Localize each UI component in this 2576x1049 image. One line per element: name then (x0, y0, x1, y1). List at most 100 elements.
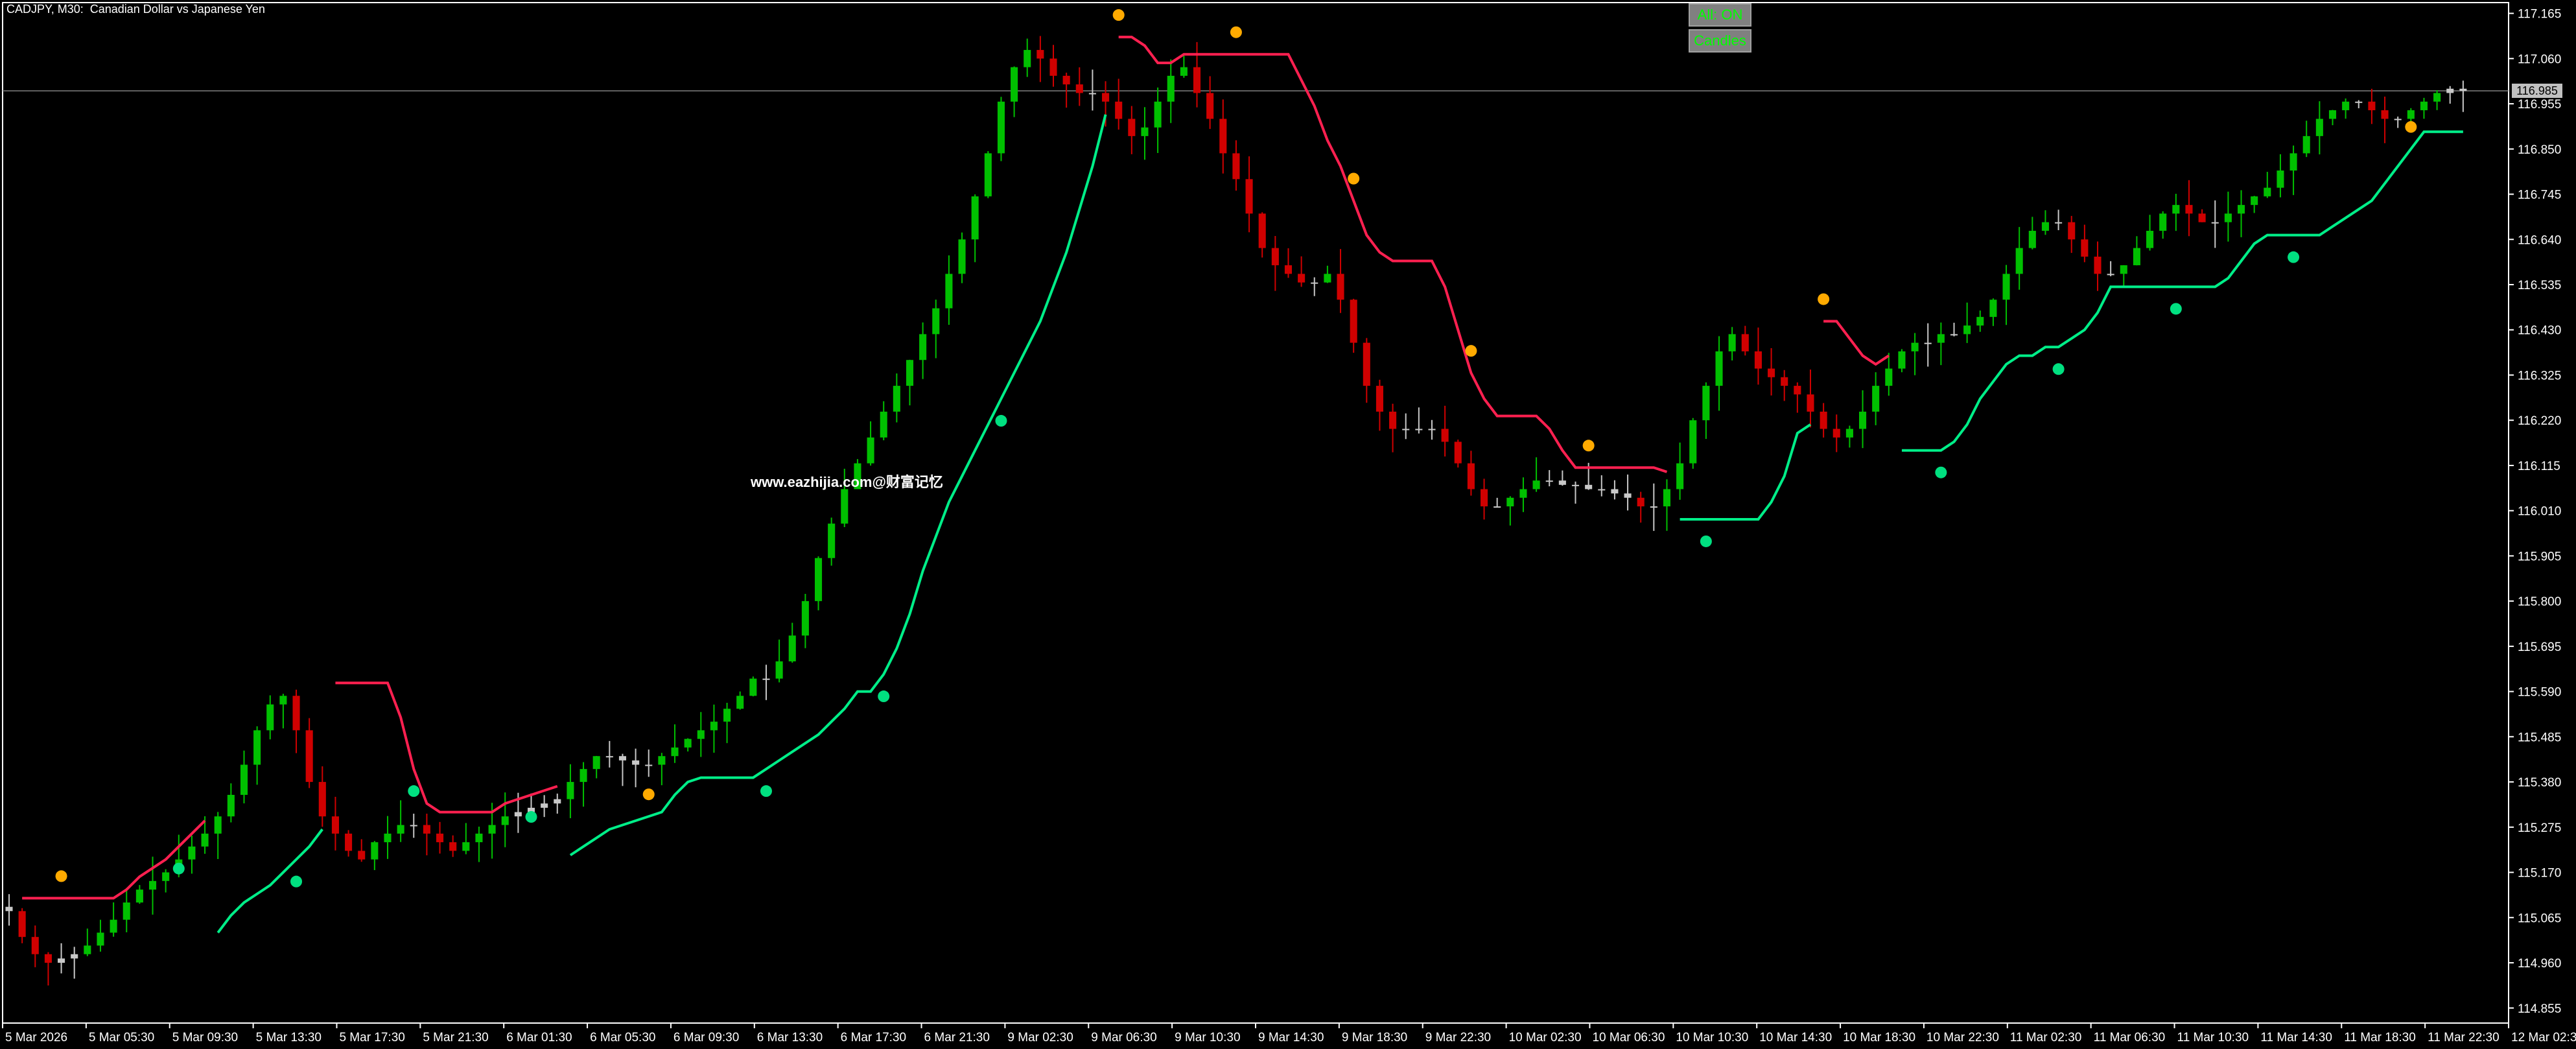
candle-body (788, 635, 796, 662)
price-chart[interactable]: 117.165 117.060 116.955 116.850 116.745 116.6… (0, 0, 2576, 1049)
candle-body (671, 747, 679, 757)
candle-body (1650, 506, 1657, 508)
y-tick-label: 115.590 (2518, 686, 2561, 700)
candle-body (501, 816, 509, 825)
candle-body (371, 842, 379, 860)
y-tick-label: 116.325 (2518, 369, 2561, 383)
candle-body (880, 411, 887, 438)
candle-body (736, 696, 744, 709)
candle-body (1950, 334, 1958, 336)
y-tick-label: 115.905 (2518, 550, 2561, 563)
candle-body (1689, 420, 1697, 464)
x-tick-label: 6 Mar 17:30 (841, 1031, 906, 1044)
candle-body (2224, 213, 2232, 222)
candle-body (2315, 119, 2323, 136)
candle-body (1637, 497, 1645, 507)
candle-body (2015, 248, 2023, 274)
down-arrow-icon (2405, 121, 2417, 133)
up-arrow-icon (2288, 251, 2300, 263)
candle-body (1545, 480, 1553, 482)
candle-body (2028, 230, 2036, 248)
x-tick-label: 5 Mar 2026 (5, 1031, 67, 1044)
candle-body (2198, 213, 2206, 222)
y-tick-label: 116.220 (2518, 414, 2561, 428)
candle-body (1011, 67, 1018, 102)
candle-body (1128, 119, 1136, 136)
candle-body (1924, 342, 1932, 344)
candle-body (292, 696, 300, 731)
candle-body (945, 274, 953, 309)
candle-body (1519, 489, 1527, 498)
candle-body (2055, 222, 2063, 224)
x-tick-label: 10 Mar 18:30 (1843, 1031, 1915, 1044)
candle-body (1167, 75, 1175, 102)
candle-body (1820, 411, 1827, 429)
x-tick-label: 11 Mar 10:30 (2177, 1031, 2249, 1044)
candle-body (1598, 489, 1606, 491)
y-tick-label: 115.275 (2518, 821, 2561, 835)
support-line (1680, 423, 1812, 521)
candle-body (1781, 377, 1788, 386)
candle-body (1611, 489, 1619, 494)
x-tick-label: 10 Mar 22:30 (1926, 1031, 1999, 1044)
candle-body (266, 704, 274, 731)
candle-body (697, 730, 705, 739)
down-arrow-icon (1112, 9, 1125, 21)
x-tick-label: 5 Mar 09:30 (172, 1031, 238, 1044)
candle-body (2041, 222, 2049, 231)
candle-body (2459, 88, 2467, 91)
candle-body (1754, 351, 1762, 369)
candle-body (84, 945, 91, 954)
candle-body (1311, 282, 1318, 284)
x-tick-label: 10 Mar 14:30 (1759, 1031, 1832, 1044)
candle-body (1206, 93, 1214, 119)
up-arrow-icon (1935, 466, 1947, 478)
candles-button[interactable]: Candles (1689, 29, 1751, 53)
candle-body (2446, 88, 2454, 93)
candle-body (814, 558, 823, 602)
candle-body (1506, 497, 1514, 507)
candle-body (1989, 300, 1997, 317)
up-arrow-icon (1700, 535, 1712, 547)
y-tick-label: 115.065 (2518, 912, 2561, 925)
candle-body (2381, 110, 2389, 119)
support-line (1901, 130, 2463, 452)
candle-body (2172, 205, 2180, 214)
candle-body (1976, 316, 1984, 326)
candle-body (188, 846, 196, 860)
candle-body (214, 816, 222, 834)
y-tick-label: 116.115 (2518, 460, 2560, 473)
candle-body (44, 954, 52, 963)
candle-body (1728, 334, 1736, 351)
candle-body (919, 334, 927, 360)
candle-body (201, 833, 209, 847)
candle-body (2094, 256, 2102, 274)
candle-body (318, 782, 326, 817)
candle-body (1768, 368, 1775, 377)
candle-body (423, 825, 430, 834)
candle-body (1115, 101, 1123, 119)
candle-body (436, 833, 444, 843)
candle-body (1481, 489, 1488, 507)
candle-body (279, 696, 287, 705)
y-tick-label: 115.485 (2518, 731, 2561, 744)
up-arrow-icon (760, 785, 772, 797)
x-tick-label: 11 Mar 14:30 (2260, 1031, 2332, 1044)
all-on-button[interactable]: All: ON (1689, 3, 1751, 27)
candle-body (397, 825, 404, 834)
candle-body (31, 937, 39, 954)
up-arrow-icon (2052, 363, 2065, 375)
candle-body (567, 782, 574, 799)
candle-body (1154, 101, 1162, 128)
candle-body (1298, 274, 1306, 283)
candle-body (710, 722, 718, 731)
candle-body (1141, 127, 1149, 136)
candle-body (1794, 386, 1801, 395)
candle-body (984, 153, 992, 196)
y-tick-label: 115.170 (2518, 867, 2561, 880)
candle-body (462, 842, 470, 851)
candle-body (1454, 442, 1462, 464)
candle-body (148, 880, 157, 890)
candle-body (1858, 411, 1867, 429)
candle-body (1337, 274, 1344, 300)
